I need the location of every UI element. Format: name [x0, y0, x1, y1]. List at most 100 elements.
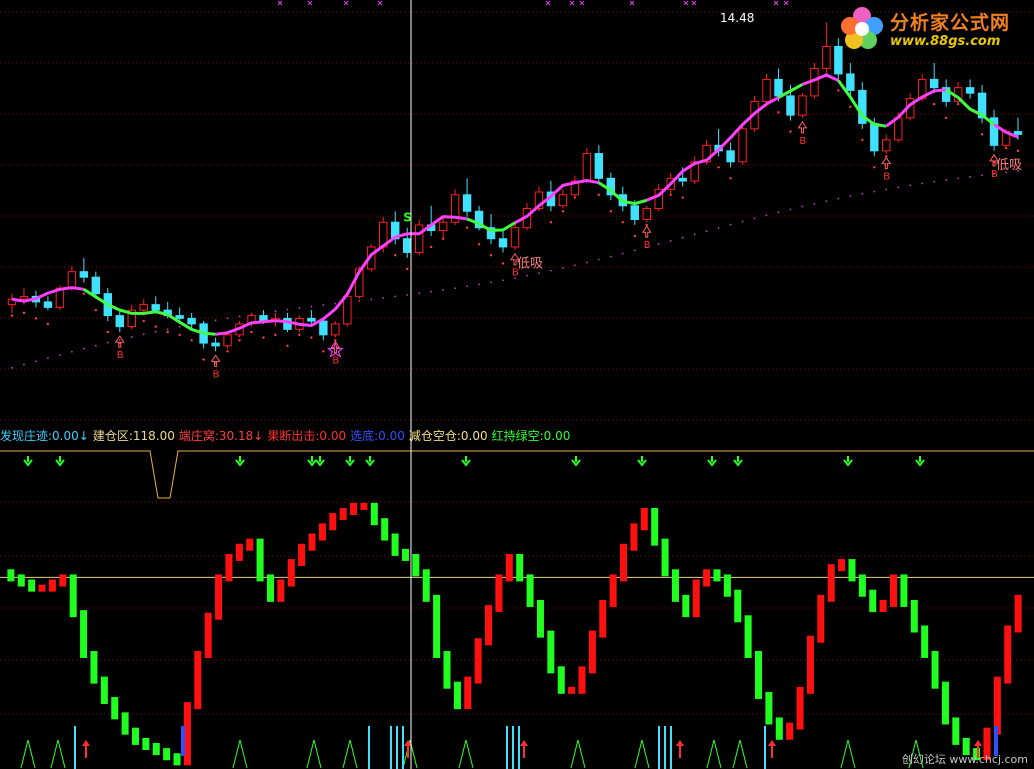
candle: [965, 79, 975, 99]
candle: [989, 109, 999, 151]
indicator-step-series: [7, 502, 1022, 766]
cross-icon: [579, 0, 585, 6]
long-ma-dot: [657, 243, 660, 245]
indicator-step: [568, 686, 576, 694]
indicator-step: [495, 574, 503, 613]
long-ma-dot: [597, 258, 600, 261]
short-ma-dot: [609, 210, 613, 213]
long-ma-dot: [693, 233, 696, 236]
indicator-step: [526, 574, 534, 607]
triangle-signal: [634, 739, 650, 769]
indicator-step: [505, 553, 513, 582]
candle-body: [630, 205, 639, 220]
cyan-signal-bar: [518, 726, 520, 769]
short-ma-dot: [789, 130, 792, 133]
short-ma-dot: [46, 322, 50, 326]
indicator-step: [152, 743, 160, 756]
cross-icon: [773, 0, 779, 6]
indicator-step: [900, 574, 908, 607]
indicator-step: [599, 599, 607, 638]
cyan-signal-bar: [396, 726, 398, 769]
buy-marker: B: [644, 240, 651, 251]
candle: [127, 304, 136, 330]
short-ma-dot: [777, 111, 780, 114]
candle-body: [462, 194, 472, 212]
short-ma-dot: [1016, 149, 1020, 153]
long-ma-dot: [705, 230, 708, 232]
indicator-step: [765, 691, 773, 725]
triangle-signal: [840, 739, 856, 769]
indicator-step: [1004, 625, 1012, 684]
candle: [79, 257, 89, 283]
candle: [414, 219, 424, 256]
indicator-step: [339, 507, 347, 521]
indicator-step: [464, 676, 472, 710]
cyan-signal-bar: [506, 726, 508, 769]
candle-body: [343, 295, 352, 325]
indicator-step: [474, 638, 482, 684]
short-ma-dot: [429, 245, 433, 249]
logo-url: www.88gs.com: [890, 34, 1001, 49]
cross-icon: [377, 0, 383, 6]
short-ma-dot: [597, 193, 601, 196]
triangle-signal: [306, 739, 322, 769]
indicator-step: [100, 676, 108, 705]
cross-icon: [691, 0, 697, 6]
annotation-label: 低吸: [996, 158, 1022, 173]
cyan-signal-bar: [368, 726, 370, 769]
long-ma-dot: [322, 304, 325, 306]
indicator-step: [173, 753, 181, 766]
candle: [426, 205, 436, 236]
down-arrow-icon: [733, 456, 743, 467]
candle-body: [510, 227, 520, 248]
long-ma-dot: [502, 279, 504, 282]
short-ma-dot: [932, 102, 936, 106]
candle-body: [67, 271, 77, 289]
watermark-text: 创幻论坛 www.chcj.com: [901, 753, 1028, 766]
long-ma-dot: [550, 269, 552, 272]
blue-signal-bar: [181, 726, 185, 756]
short-ma-dot: [873, 166, 876, 169]
long-ma-dot: [897, 186, 900, 189]
short-ma-dot: [154, 325, 157, 328]
buy-marker: B: [799, 136, 806, 147]
short-ma-dot: [465, 226, 469, 229]
short-ma-dot: [394, 254, 397, 257]
indicator-step: [17, 574, 25, 587]
indicator-step: [817, 594, 825, 643]
indicator-step: [796, 686, 804, 730]
long-ma-dot: [717, 226, 720, 229]
long-ma-dot: [933, 180, 936, 183]
up-arrow-icon: [641, 225, 652, 238]
indicator-step: [277, 579, 285, 602]
long-ma-dot: [238, 315, 241, 318]
short-ma-dot: [561, 210, 565, 213]
long-ma-dot: [106, 341, 109, 344]
long-ma-dot: [753, 217, 756, 220]
up-arrow-icon: [797, 120, 808, 134]
long-ma-dot: [142, 333, 145, 336]
cyan-signal-bar: [390, 726, 392, 769]
long-ma-dot: [909, 184, 912, 187]
long-ma-dot: [633, 249, 636, 252]
long-ma-dot: [526, 274, 528, 277]
cross-icon: [683, 0, 689, 6]
short-ma-dot: [298, 333, 301, 337]
candle: [7, 293, 17, 313]
triangle-signal: [732, 739, 748, 769]
indicator-step: [318, 523, 326, 541]
indicator-step: [266, 574, 274, 602]
indicator-step: [360, 502, 368, 510]
candle-body: [139, 304, 148, 311]
indicator-step: [256, 538, 264, 582]
candle: [450, 189, 460, 225]
candle-body: [223, 334, 232, 347]
cyan-signal-bar: [664, 726, 666, 769]
down-arrow-icon: [637, 456, 647, 467]
indicator-down-arrows: [23, 456, 925, 467]
legend-item: 建仓区:118.00: [92, 429, 175, 443]
candle-body: [870, 122, 879, 152]
down-arrow-icon: [315, 456, 325, 467]
candle-body: [175, 315, 184, 319]
long-ma-dot: [370, 298, 373, 301]
